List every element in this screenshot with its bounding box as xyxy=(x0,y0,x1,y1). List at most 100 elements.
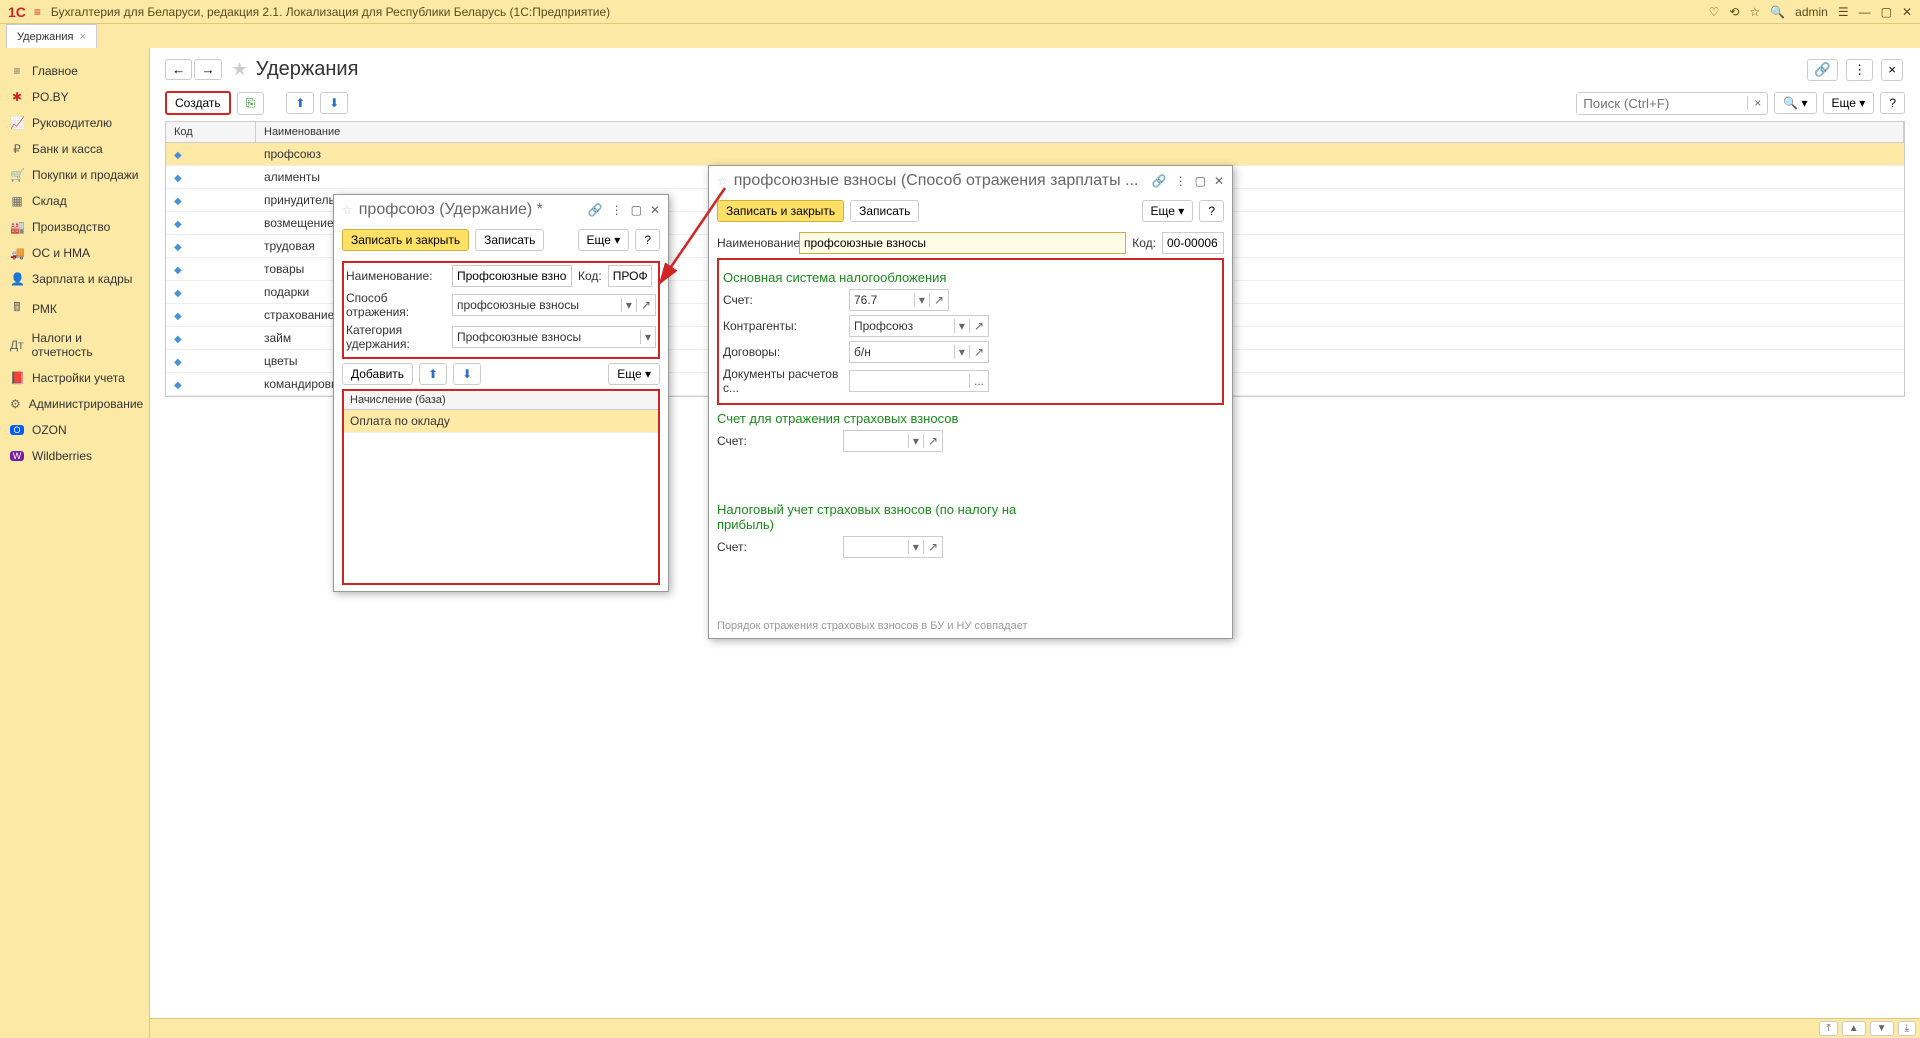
dropdown-icon[interactable]: ▾ xyxy=(954,319,969,333)
tab-close-icon[interactable]: × xyxy=(79,31,85,43)
more-button[interactable]: Еще ▾ xyxy=(578,229,630,251)
input-name[interactable] xyxy=(799,232,1126,254)
bell-icon[interactable]: ♡ xyxy=(1709,5,1720,19)
footer-top-button[interactable]: ⤒ xyxy=(1819,1021,1837,1036)
hint-text: Порядок отражения страховых взносов в БУ… xyxy=(717,620,1224,632)
create-button[interactable]: Создать xyxy=(165,91,231,115)
menu-icon[interactable]: ≡ xyxy=(34,5,41,19)
input-code[interactable] xyxy=(608,265,652,287)
close-icon[interactable]: ✕ xyxy=(650,203,660,217)
dropdown-icon[interactable]: ▾ xyxy=(954,345,969,359)
footer-up-button[interactable]: ▲ xyxy=(1842,1021,1866,1036)
add-button[interactable]: Добавить xyxy=(342,363,413,385)
sidebar-item-admin[interactable]: ⚙Администрирование xyxy=(0,391,149,417)
sidebar-item-rmk[interactable]: 🖩РМК xyxy=(0,292,149,325)
open-icon[interactable]: ↗ xyxy=(929,293,948,307)
save-button[interactable]: Записать xyxy=(475,229,544,251)
more-menu-button[interactable]: ⋮ xyxy=(1846,59,1873,81)
search-clear-icon[interactable]: × xyxy=(1747,96,1767,110)
close-icon[interactable]: ✕ xyxy=(1214,174,1224,188)
search-icon[interactable]: 🔍 xyxy=(1770,5,1785,19)
dropdown-icon[interactable]: ▾ xyxy=(621,298,636,312)
person-icon: 👤 xyxy=(10,272,24,286)
open-icon[interactable]: ↗ xyxy=(923,434,942,448)
open-icon[interactable]: ↗ xyxy=(969,319,988,333)
select-account-tax[interactable]: ▾ ↗ xyxy=(843,536,943,558)
minimize-icon[interactable]: — xyxy=(1859,5,1871,19)
footer-bottom-button[interactable]: ⤓ xyxy=(1898,1021,1916,1036)
open-icon[interactable]: ↗ xyxy=(636,298,655,312)
more-button[interactable]: Еще ▾ xyxy=(1142,200,1194,222)
footer-down-button[interactable]: ▼ xyxy=(1870,1021,1894,1036)
search-input[interactable] xyxy=(1577,93,1747,114)
maximize-icon[interactable]: ▢ xyxy=(631,203,642,217)
dropdown-icon[interactable]: ▾ xyxy=(640,330,655,344)
back-button[interactable]: ← xyxy=(165,59,192,80)
sidebar-item-wb[interactable]: WWildberries xyxy=(0,443,149,469)
sidebar-item-taxes[interactable]: ДтНалоги и отчетность xyxy=(0,325,149,365)
close-page-button[interactable]: × xyxy=(1881,59,1903,81)
history-icon[interactable]: ⟲ xyxy=(1729,5,1739,19)
down-button[interactable]: ⬇ xyxy=(453,363,481,385)
dialog-title: профсоюз (Удержание) * xyxy=(359,201,582,219)
maximize-icon[interactable]: ▢ xyxy=(1881,5,1892,19)
dropdown-icon[interactable]: ▾ xyxy=(908,540,923,554)
save-button[interactable]: Записать xyxy=(850,200,919,222)
select-account[interactable]: 76.7 ▾ ↗ xyxy=(849,289,949,311)
close-icon[interactable]: ✕ xyxy=(1902,5,1912,19)
up-button[interactable]: ⬆ xyxy=(286,92,314,114)
select-method[interactable]: профсоюзные взносы ▾ ↗ xyxy=(452,294,656,316)
open-icon[interactable]: ↗ xyxy=(923,540,942,554)
sidebar-item-ozon[interactable]: OOZON xyxy=(0,417,149,443)
maximize-icon[interactable]: ▢ xyxy=(1195,174,1206,188)
link-icon[interactable]: 🔗 xyxy=(588,203,603,217)
star-icon[interactable]: ☆ xyxy=(717,174,728,188)
more-button[interactable]: Еще ▾ xyxy=(608,363,660,385)
select-contractors[interactable]: Профсоюз ▾ ↗ xyxy=(849,315,989,337)
select-docs[interactable]: ... xyxy=(849,370,989,392)
sidebar-item-warehouse[interactable]: ▦Склад xyxy=(0,188,149,214)
link-icon[interactable]: 🔗 xyxy=(1152,174,1167,188)
select-account-ins[interactable]: ▾ ↗ xyxy=(843,430,943,452)
star-icon[interactable]: ☆ xyxy=(1749,5,1760,19)
table-row[interactable]: ◆профсоюз xyxy=(166,143,1904,166)
open-icon[interactable]: ↗ xyxy=(969,345,988,359)
copy-button[interactable]: ⎘ xyxy=(237,92,265,115)
help-button[interactable]: ? xyxy=(1199,200,1224,222)
more-button[interactable]: Еще ▾ xyxy=(1823,92,1875,114)
sidebar-item-trade[interactable]: 🛒Покупки и продажи xyxy=(0,162,149,188)
up-button[interactable]: ⬆ xyxy=(419,363,447,385)
help-button[interactable]: ? xyxy=(1880,92,1905,114)
menu-icon[interactable]: ⋮ xyxy=(1175,174,1187,188)
star-icon[interactable]: ☆ xyxy=(342,203,353,217)
favorite-icon[interactable]: ★ xyxy=(232,59,248,80)
sidebar-item-poby[interactable]: ✱PO.BY xyxy=(0,84,149,110)
sidebar-item-salary[interactable]: 👤Зарплата и кадры xyxy=(0,266,149,292)
open-icon[interactable]: ... xyxy=(969,374,988,388)
select-contracts[interactable]: б/н ▾ ↗ xyxy=(849,341,989,363)
settings-icon[interactable]: ☰ xyxy=(1838,5,1849,19)
search-button[interactable]: 🔍 ▾ xyxy=(1774,92,1816,114)
base-row[interactable]: Оплата по окладу xyxy=(344,410,658,433)
sidebar-item-production[interactable]: 🏭Производство xyxy=(0,214,149,240)
sidebar-item-settings[interactable]: 📕Настройки учета xyxy=(0,365,149,391)
tab-uderzhaniya[interactable]: Удержания × xyxy=(6,24,97,48)
save-close-button[interactable]: Записать и закрыть xyxy=(342,229,469,251)
input-name[interactable] xyxy=(452,265,572,287)
help-button[interactable]: ? xyxy=(635,229,660,251)
column-name[interactable]: Наименование xyxy=(256,122,1904,142)
down-button[interactable]: ⬇ xyxy=(320,92,348,114)
menu-icon[interactable]: ⋮ xyxy=(611,203,623,217)
link-button[interactable]: 🔗 xyxy=(1807,59,1838,81)
forward-button[interactable]: → xyxy=(194,59,221,80)
sidebar-item-manager[interactable]: 📈Руководителю xyxy=(0,110,149,136)
save-close-button[interactable]: Записать и закрыть xyxy=(717,200,844,222)
column-code[interactable]: Код xyxy=(166,122,256,142)
sidebar-item-bank[interactable]: ₽Банк и касса xyxy=(0,136,149,162)
dropdown-icon[interactable]: ▾ xyxy=(914,293,929,307)
dropdown-icon[interactable]: ▾ xyxy=(908,434,923,448)
input-code[interactable] xyxy=(1162,232,1224,254)
select-category[interactable]: Профсоюзные взносы ▾ xyxy=(452,326,656,348)
sidebar-item-assets[interactable]: 🚚ОС и НМА xyxy=(0,240,149,266)
sidebar-item-main[interactable]: ≡Главное xyxy=(0,58,149,84)
